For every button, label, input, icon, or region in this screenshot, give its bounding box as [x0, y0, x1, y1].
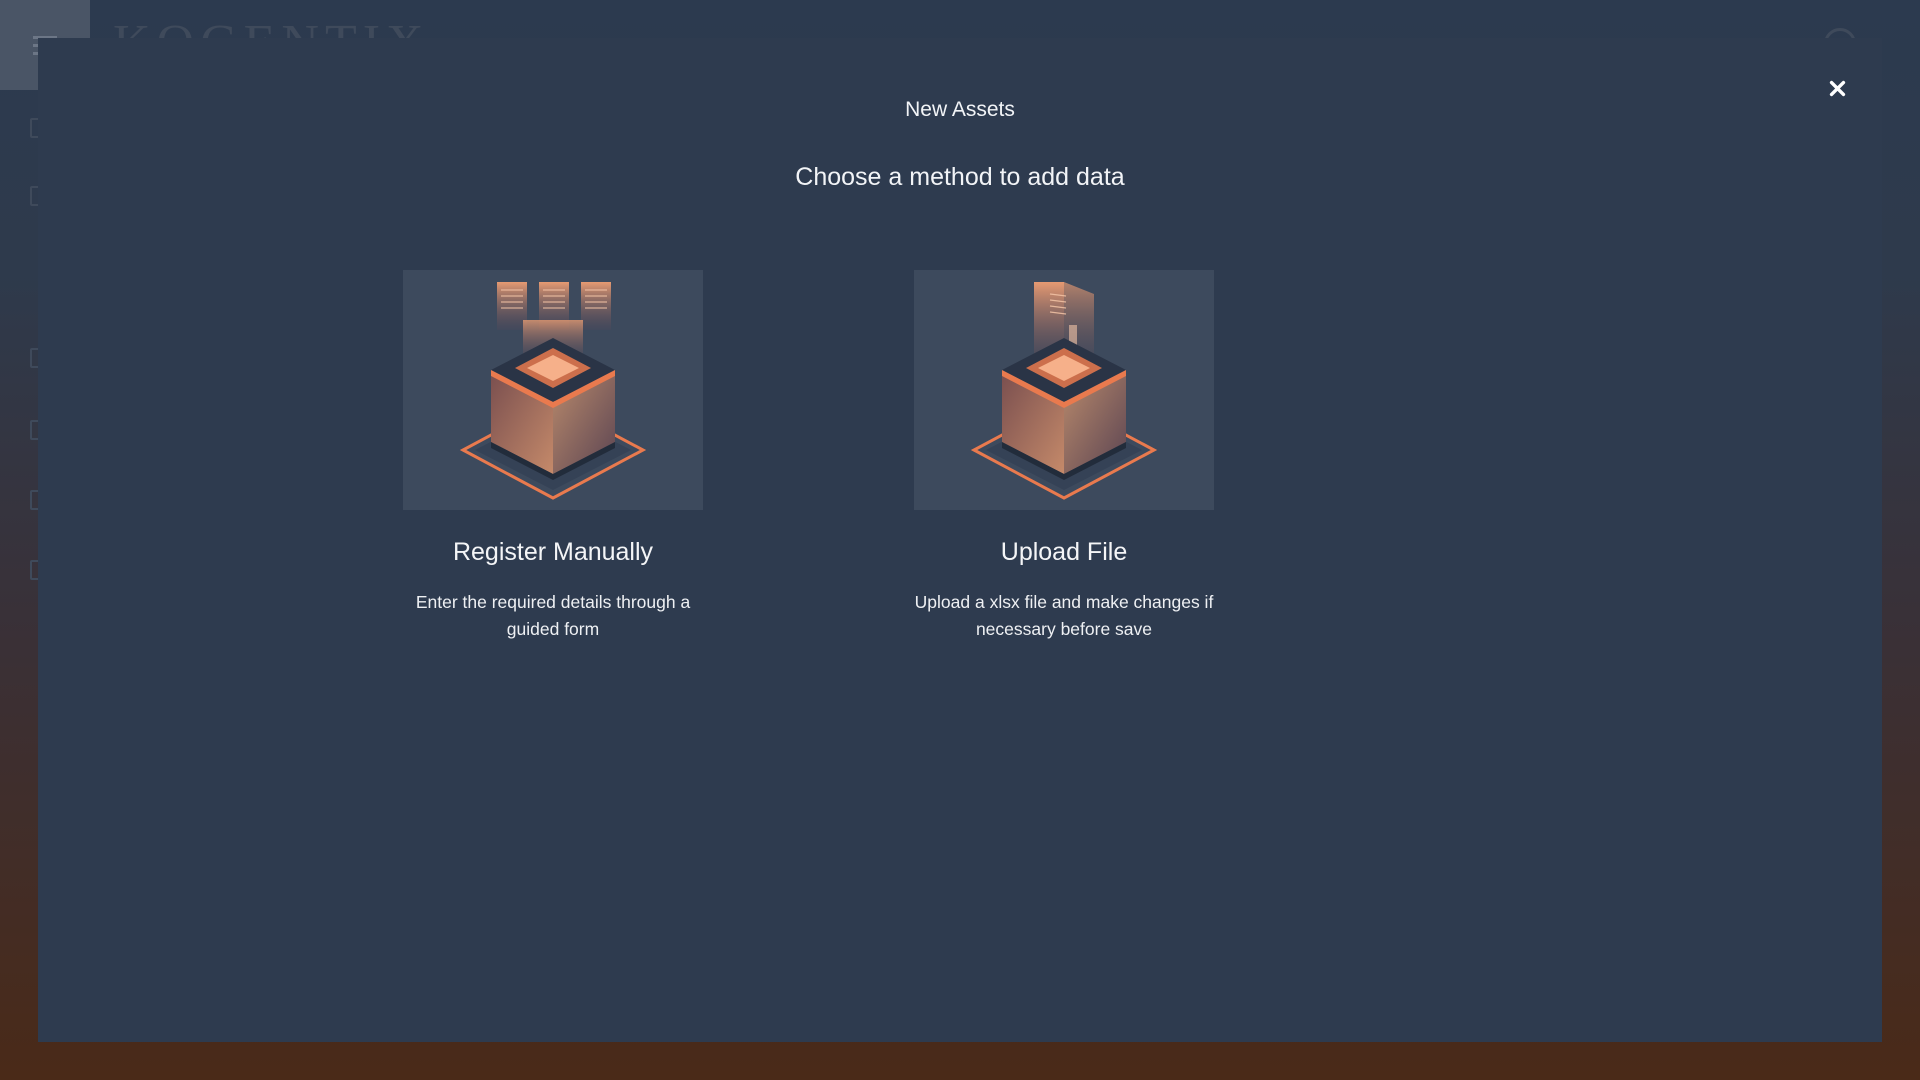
- upload-file-option[interactable]: Upload File Upload a xlsx file and make …: [899, 270, 1229, 643]
- close-icon: [1829, 80, 1845, 96]
- register-manually-icon: [459, 282, 647, 500]
- register-manually-option[interactable]: Register Manually Enter the required det…: [388, 270, 718, 643]
- register-manually-illustration[interactable]: [403, 270, 703, 510]
- register-manually-description: Enter the required details through a gui…: [415, 592, 691, 639]
- upload-file-illustration[interactable]: [914, 270, 1214, 510]
- upload-file-description: Upload a xlsx file and make changes if n…: [914, 592, 1214, 639]
- upload-file-icon: [970, 282, 1158, 500]
- upload-file-label[interactable]: Upload File: [1001, 538, 1127, 567]
- new-assets-modal: New Assets Choose a method to add data R…: [38, 38, 1882, 1042]
- register-manually-label[interactable]: Register Manually: [453, 538, 653, 567]
- modal-title: New Assets: [905, 98, 1015, 121]
- modal-subtitle: Choose a method to add data: [795, 163, 1125, 191]
